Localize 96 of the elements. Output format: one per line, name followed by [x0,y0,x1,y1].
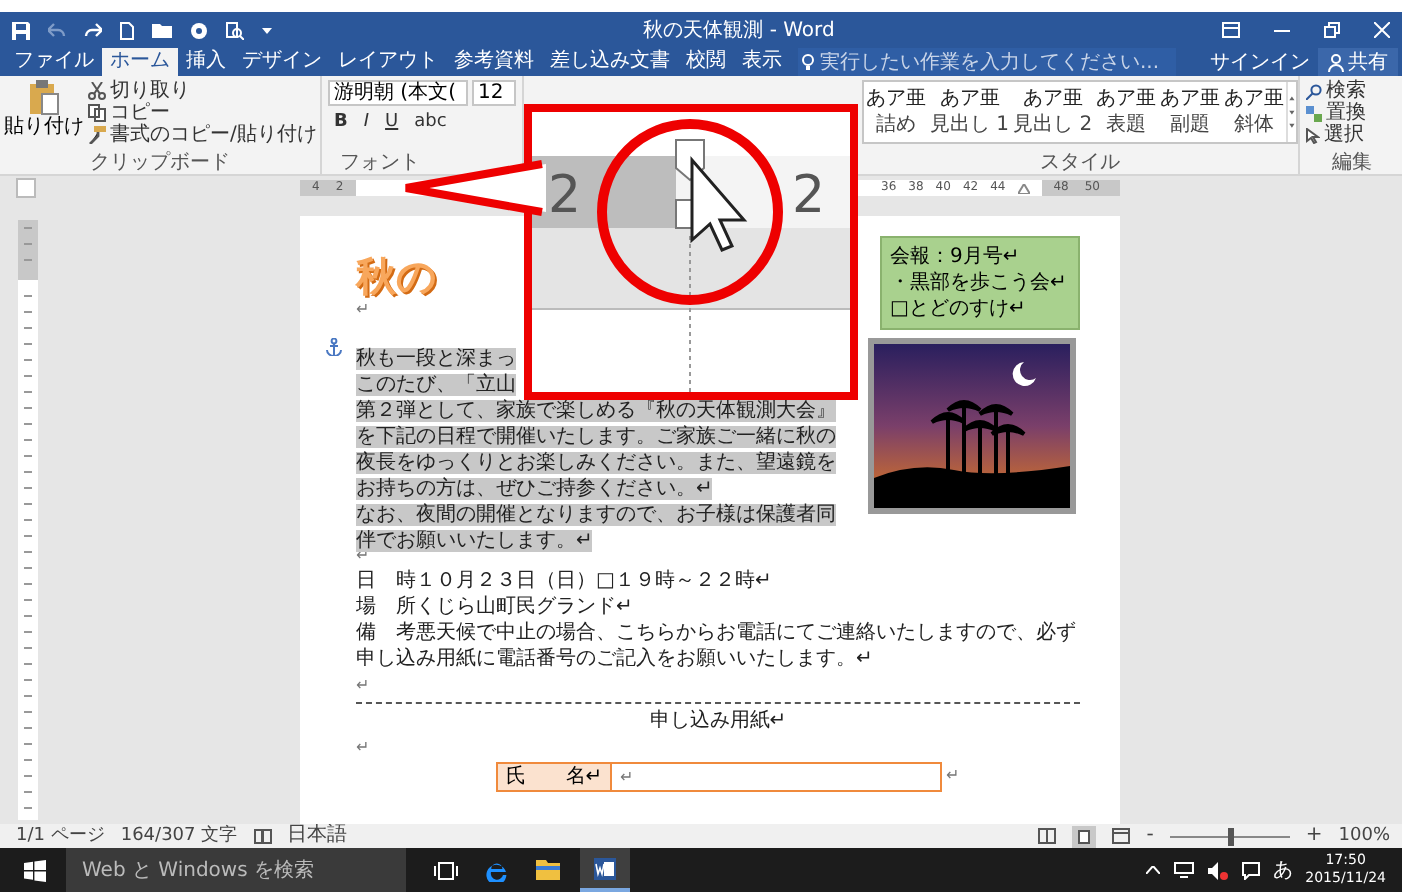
font-name-field[interactable]: 游明朝 (本文( [328,80,468,106]
replace-icon [1306,105,1322,121]
find-button[interactable]: 検索 [1306,80,1398,102]
anchor-icon [326,338,342,356]
new-document-icon[interactable] [120,21,134,39]
ribbon-display-icon[interactable] [1222,22,1240,38]
style-item[interactable]: あア亜 副題 [1158,82,1223,142]
paragraph-mark: ↵ [356,300,370,320]
folder-icon[interactable] [152,22,172,38]
ruler-number: 2 [548,166,582,226]
page-count: 1/1 ページ [16,824,105,848]
paragraph-mark: ↵ [356,674,370,698]
copy-button[interactable]: コピー [88,102,317,124]
ribbon-tab[interactable]: 挿入 [178,48,234,76]
paste-button[interactable]: 貼り付け [4,80,84,146]
format-button[interactable]: abc [408,112,453,134]
paragraph-mark: ↵ [356,736,370,760]
language-label[interactable]: 日本語 [287,824,348,848]
zoom-in-button[interactable]: + [1305,824,1323,848]
style-item[interactable]: あア亜 見出し 2 [1011,82,1095,142]
newsletter-line: 会報：9月号↵ [890,244,1020,270]
zoom-level[interactable]: 100% [1338,824,1390,848]
notification-icon[interactable] [1241,861,1260,879]
group-label: クリップボード [90,152,230,174]
ribbon-tab[interactable]: 参考資料 [446,48,542,76]
pointer-icon [1306,127,1320,143]
style-item[interactable]: あア亜 詰め [864,82,928,142]
browser-e-icon[interactable] [486,859,508,881]
style-item[interactable]: あア亜 斜体 [1222,82,1287,142]
copy-icon [88,104,106,122]
search-field[interactable]: Web と Windows を検索 [66,848,406,892]
format-button[interactable]: U [379,112,405,134]
speaker-icon[interactable] [1207,861,1228,879]
ribbon-tab[interactable]: レイアウト [330,48,446,76]
detail-text: 備 考悪天候で中止の場合、こちらからお電話にてご連絡いたしますので、必ず申し込み用紙に電話番号のご記入をお願いいたします。↵ [356,620,1078,672]
group-label: 編集 [1332,152,1372,174]
caret-icon[interactable] [262,27,272,33]
style-item[interactable]: あア亜 見出し 1 [928,82,1012,142]
group-label: スタイル [1040,152,1120,174]
document-title: 秋の [356,252,436,300]
lightbulb-icon [802,53,814,71]
read-mode-icon[interactable] [1038,828,1057,844]
detail-text: 日 時１０月２３日（日）□１９時～２２時↵ [356,568,772,594]
newsletter-line: □とどのすけ↵ [890,296,1026,322]
save-icon[interactable] [12,21,30,39]
restore-icon[interactable] [1324,22,1340,38]
folder-icon[interactable] [536,860,560,880]
ruler-number: 2 [792,166,826,226]
share-button[interactable]: 共有 [1318,48,1398,76]
paragraph-mark: ↵ [946,764,960,788]
search-icon [1306,83,1322,99]
format-button[interactable]: B [328,112,354,134]
word-app-icon[interactable] [594,857,616,879]
cut-button[interactable]: 切り取り [88,80,317,102]
newsletter-line: ・黒部を歩こう会↵ [890,270,1067,296]
right-indent-marker-icon[interactable] [1017,183,1030,193]
chevron-up-icon[interactable] [1145,866,1160,874]
print-preview-icon[interactable] [226,21,244,39]
detail-text: 場 所くじら山町民グランド↵ [356,594,633,620]
ribbon-tab[interactable]: ホーム [102,48,178,76]
zoom-slider-thumb[interactable] [1227,827,1234,845]
sign-in-link[interactable]: サインイン [1202,48,1318,76]
monitor-icon[interactable] [1173,862,1194,878]
scissors-icon [88,82,106,100]
windows-logo-icon[interactable] [24,859,46,881]
ribbon-tab[interactable]: 校閲 [678,48,734,76]
style-item[interactable]: あア亜 表題 [1094,82,1159,142]
redo-icon[interactable] [84,22,102,38]
ribbon-tab[interactable]: 表示 [734,48,790,76]
ribbon-tab[interactable]: 差し込み文書 [542,48,678,76]
select-button[interactable]: 選択 [1306,124,1398,146]
replace-button[interactable]: 置換 [1306,102,1398,124]
minimize-icon[interactable] [1274,29,1290,31]
person-icon [1328,53,1344,71]
ime-indicator[interactable]: あ [1273,856,1294,884]
cursor-icon [690,155,748,252]
book-icon[interactable] [253,828,272,844]
zoom-out-button[interactable]: - [1146,824,1154,848]
task-view-icon[interactable] [434,861,458,879]
ribbon-tab[interactable]: ファイル [6,48,102,76]
ribbon-tab[interactable]: デザイン [234,48,330,76]
paintbrush-icon [88,126,106,144]
word-count: 164/307 文字 [120,824,238,848]
undo-icon[interactable] [48,22,66,38]
table-cell: ↵ [612,762,942,792]
gallery-scroll-icon[interactable] [1286,82,1296,142]
close-icon[interactable] [1374,22,1390,38]
group-label: フォント [340,152,420,174]
format-painter-button[interactable]: 書式のコピー/貼り付け [88,124,317,146]
form-heading: 申し込み用紙↵ [649,708,787,734]
window-title: 秋の天体観測 - Word [641,17,837,44]
web-layout-icon[interactable] [1112,828,1131,844]
print-layout-icon[interactable] [1072,825,1097,847]
format-button[interactable]: I [357,112,376,134]
font-size-field[interactable]: 12 [472,80,516,106]
table-cell: 氏 名↵ [496,762,612,792]
